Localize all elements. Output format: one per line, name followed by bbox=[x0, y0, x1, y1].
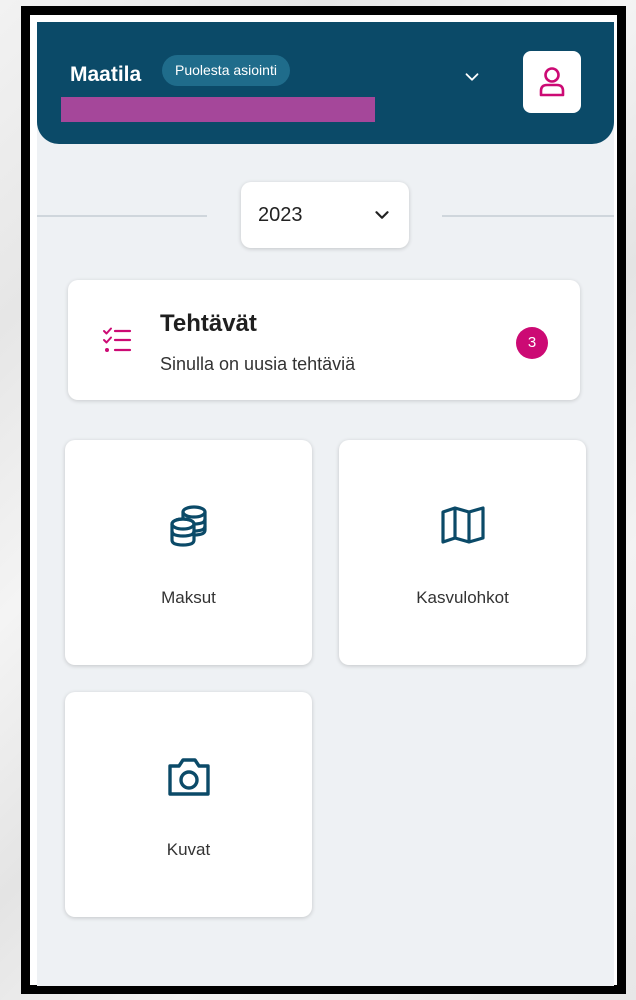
year-divider-left bbox=[37, 215, 207, 217]
year-divider-right bbox=[442, 215, 614, 217]
tile-payments-label: Maksut bbox=[161, 588, 216, 607]
app-header: Maatila Puolesta asiointi bbox=[37, 22, 614, 144]
user-icon bbox=[539, 67, 565, 97]
app-screen: Maatila Puolesta asiointi 2023 Tehtävät … bbox=[37, 22, 614, 986]
tasks-title: Tehtävät bbox=[160, 310, 257, 337]
farm-name: Maatila bbox=[70, 63, 142, 86]
chevron-down-icon bbox=[375, 211, 389, 219]
year-select[interactable]: 2023 bbox=[241, 182, 409, 248]
tile-photos[interactable]: Kuvat bbox=[65, 692, 312, 917]
coins-icon bbox=[169, 505, 207, 547]
checklist-icon bbox=[103, 327, 132, 352]
year-value: 2023 bbox=[258, 204, 303, 226]
tasks-subtitle: Sinulla on uusia tehtäviä bbox=[160, 354, 356, 374]
tasks-count-badge: 3 bbox=[516, 327, 548, 359]
tile-parcels-label: Kasvulohkot bbox=[416, 588, 509, 607]
role-badge: Puolesta asiointi bbox=[162, 55, 290, 86]
profile-button[interactable] bbox=[523, 51, 581, 113]
tile-parcels[interactable]: Kasvulohkot bbox=[339, 440, 586, 665]
tile-payments[interactable]: Maksut bbox=[65, 440, 312, 665]
chevron-down-icon[interactable] bbox=[461, 66, 483, 88]
map-icon bbox=[440, 506, 485, 544]
tasks-card[interactable]: Tehtävät Sinulla on uusia tehtäviä 3 bbox=[68, 280, 580, 400]
redacted-account-info bbox=[61, 97, 375, 122]
tile-photos-label: Kuvat bbox=[166, 840, 211, 859]
camera-icon bbox=[167, 758, 210, 796]
